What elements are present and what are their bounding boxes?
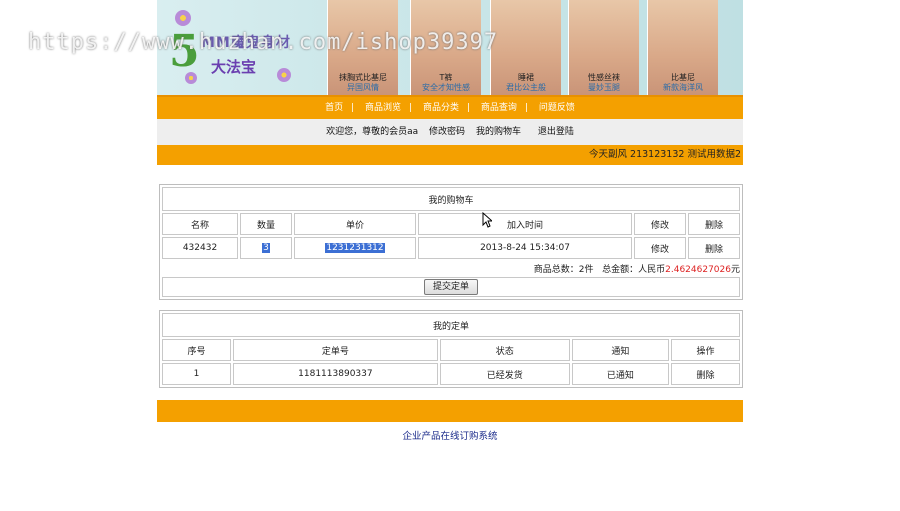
- col-status: 状态: [439, 339, 570, 361]
- total-label: 总金额：人民币: [602, 264, 666, 275]
- footer-bar: [157, 400, 743, 422]
- banner-model-5[interactable]: 比基尼 新款海洋风: [647, 0, 718, 95]
- my-cart-link[interactable]: 我的购物车: [476, 127, 521, 137]
- nav-search[interactable]: 商品查询: [481, 103, 517, 113]
- col-order-id: 定单号: [232, 339, 438, 361]
- nav-home[interactable]: 首页: [325, 103, 343, 113]
- order-id: 1181113890337: [232, 363, 438, 385]
- flower-icon: [277, 68, 291, 82]
- announcement-marquee: 今天副风 213123132 测试用数据2: [157, 145, 743, 165]
- orders-title: 我的定单: [162, 313, 740, 337]
- submit-order-button[interactable]: 提交定单: [423, 279, 478, 295]
- orders-table: 我的定单 序号 定单号 状态 通知 操作 1 1181113890337 已经发…: [159, 310, 743, 388]
- item-delete-link[interactable]: 删除: [688, 237, 740, 259]
- submit-cell: 提交定单: [162, 277, 740, 297]
- col-no: 序号: [162, 339, 231, 361]
- logo-line1: MM魔鬼身材: [201, 35, 291, 51]
- order-no: 1: [162, 363, 231, 385]
- cart-header-row: 名称 数量 单价 加入时间 修改 删除: [162, 213, 740, 235]
- total-unit: 元: [730, 264, 740, 275]
- orders-header-row: 序号 定单号 状态 通知 操作: [162, 339, 740, 361]
- logo-number: 5: [169, 26, 200, 77]
- col-time: 加入时间: [418, 213, 632, 235]
- col-price: 单价: [294, 213, 416, 235]
- logout-link[interactable]: 退出登陆: [538, 127, 574, 137]
- banner-model-1[interactable]: 抹胸式比基尼 异国风情: [327, 0, 398, 95]
- cart-summary: 商品总数：2件 总金额：人民币2.4624627026元: [162, 261, 740, 275]
- order-row: 1 1181113890337 已经发货 已通知 删除: [162, 363, 740, 385]
- col-name: 名称: [162, 213, 238, 235]
- item-edit-link[interactable]: 修改: [634, 237, 686, 259]
- banner-model-3[interactable]: 睡裙 君比公主般: [490, 0, 561, 95]
- cart-item-row: 432432 3 1231231312 2013-8-24 15:34:07 修…: [162, 237, 740, 259]
- item-name: 432432: [162, 237, 238, 259]
- main-nav: 首页 | 商品浏览 | 商品分类 | 商品查询 | 问题反馈: [157, 95, 743, 119]
- change-password-link[interactable]: 修改密码: [429, 127, 465, 137]
- order-delete-link[interactable]: 删除: [671, 363, 740, 385]
- banner-model-2[interactable]: T裤 安全才知性感: [410, 0, 481, 95]
- banner-model-4[interactable]: 性感丝袜 曼妙玉腿: [568, 0, 639, 95]
- text-cursor-icon: [482, 212, 492, 228]
- flower-icon: [175, 10, 191, 26]
- header-banner: 5 MM魔鬼身材 大法宝 抹胸式比基尼 异国风情 T裤 安全才知性感 睡裙 君比公主般…: [157, 0, 743, 95]
- col-notice: 通知: [571, 339, 669, 361]
- item-price: 1231231312: [294, 237, 416, 259]
- footer-copyright: 企业产品在线订购系统: [402, 431, 498, 442]
- cart-title: 我的购物车: [162, 187, 740, 211]
- col-action: 操作: [671, 339, 740, 361]
- nav-browse[interactable]: 商品浏览: [365, 103, 401, 113]
- col-qty: 数量: [240, 213, 292, 235]
- nav-feedback[interactable]: 问题反馈: [539, 103, 575, 113]
- item-added-time: 2013-8-24 15:34:07: [418, 237, 632, 259]
- cart-table: 我的购物车 名称 数量 单价 加入时间 修改 删除 432432 3 12312…: [159, 184, 743, 300]
- nav-category[interactable]: 商品分类: [423, 103, 459, 113]
- col-delete: 删除: [688, 213, 740, 235]
- col-edit: 修改: [634, 213, 686, 235]
- site-logo: 5 MM魔鬼身材 大法宝: [165, 6, 315, 86]
- logo-line2: 大法宝: [211, 58, 257, 76]
- total-count: 商品总数：2件: [533, 264, 594, 275]
- order-notice: 已通知: [571, 363, 669, 385]
- welcome-text: 欢迎您，尊敬的会员aa: [326, 127, 419, 137]
- total-amount: 2.4624627026: [665, 264, 731, 275]
- page-container: 5 MM魔鬼身材 大法宝 抹胸式比基尼 异国风情 T裤 安全才知性感 睡裙 君比公主般…: [157, 0, 743, 165]
- order-status: 已经发货: [439, 363, 570, 385]
- user-bar: 欢迎您，尊敬的会员aa 修改密码 我的购物车 退出登陆: [157, 119, 743, 145]
- item-qty[interactable]: 3: [240, 237, 292, 259]
